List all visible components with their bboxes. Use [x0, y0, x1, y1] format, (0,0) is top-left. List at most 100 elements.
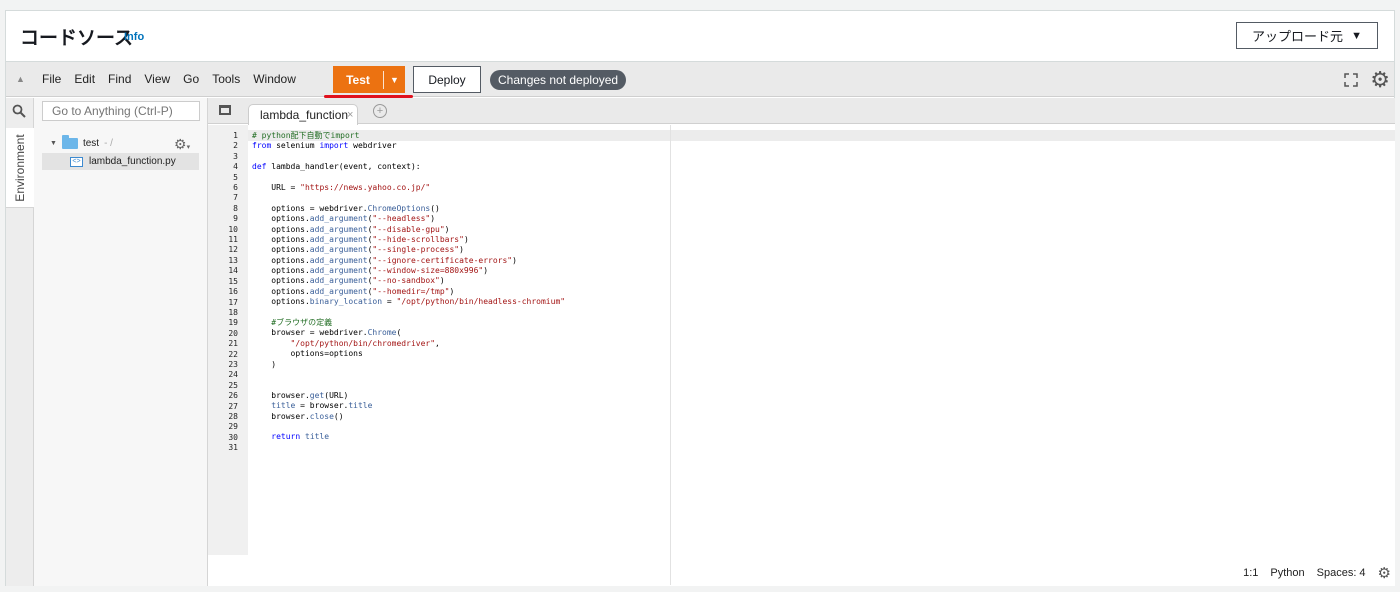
code-line[interactable]: options=options: [252, 349, 565, 359]
line-number: 2: [233, 141, 238, 151]
print-margin: [670, 125, 671, 585]
code-line[interactable]: # python配下自動でimport: [252, 131, 565, 141]
menu-edit[interactable]: Edit: [74, 72, 95, 86]
tree-root-folder[interactable]: ▼ test - /: [50, 135, 113, 149]
editor-settings-gear-icon[interactable]: ⚙: [1378, 564, 1391, 582]
line-number: 21: [228, 339, 238, 349]
tab-lambda-function[interactable]: lambda_function ×: [248, 104, 358, 125]
gear-icon[interactable]: ⚙: [1370, 69, 1390, 91]
line-number: 26: [228, 391, 238, 401]
menu-view[interactable]: View: [144, 72, 170, 86]
fullscreen-icon[interactable]: [1344, 73, 1358, 92]
panel-header: コードソース Info アップロード元 ▼: [6, 11, 1394, 61]
line-number: 10: [228, 224, 238, 234]
root-folder-path: - /: [104, 138, 113, 149]
file-name: lambda_function.py: [89, 156, 176, 167]
tree-settings-gear-icon[interactable]: ⚙▾: [174, 136, 190, 153]
ide-toolbar: ▲ File Edit Find View Go Tools Window Te…: [6, 61, 1394, 98]
code-line[interactable]: "/opt/python/bin/chromedriver",: [252, 339, 565, 349]
line-number-gutter: 1 2 3 4 5 6 7 8 9 10 11 12 13 14 15 16 17 18 19 20 21 22 23 24 2…: [208, 125, 248, 555]
line-number: 13: [228, 255, 238, 265]
code-source-panel: コードソース Info アップロード元 ▼ ▲ File Edit Find V…: [5, 10, 1395, 586]
tab-label: lambda_function: [260, 108, 349, 122]
code-line[interactable]: options.add_argument("--ignore-certifica…: [252, 256, 565, 266]
indent-setting[interactable]: Spaces: 4: [1317, 567, 1366, 579]
line-number: 19: [228, 318, 238, 328]
folder-icon: [61, 135, 78, 149]
code-line[interactable]: [252, 443, 565, 453]
line-number: 5: [233, 172, 238, 182]
code-line[interactable]: options = webdriver.ChromeOptions(): [252, 204, 565, 214]
search-icon[interactable]: [12, 104, 26, 123]
code-line[interactable]: options.add_argument("--disable-gpu"): [252, 225, 565, 235]
code-line[interactable]: [252, 422, 565, 432]
code-line[interactable]: browser.close(): [252, 412, 565, 422]
code-line[interactable]: [252, 173, 565, 183]
code-line[interactable]: [252, 380, 565, 390]
tree-file-item[interactable]: <> lambda_function.py: [42, 153, 199, 170]
goto-anything-input[interactable]: [42, 101, 200, 121]
test-dropdown-icon[interactable]: ▼: [384, 75, 405, 85]
page-title: コードソース: [20, 28, 134, 49]
menu-go[interactable]: Go: [183, 72, 199, 86]
code-line[interactable]: options.add_argument("--headless"): [252, 214, 565, 224]
line-number: 15: [228, 276, 238, 286]
code-line[interactable]: options.add_argument("--single-process"): [252, 245, 565, 255]
expand-arrow-icon[interactable]: ▼: [50, 140, 57, 147]
code-text[interactable]: # python配下自動でimport from selenium import …: [252, 131, 565, 453]
collapse-menu-icon[interactable]: ▲: [16, 74, 25, 84]
code-line[interactable]: from selenium import webdriver: [252, 141, 565, 151]
menu-tools[interactable]: Tools: [212, 72, 240, 86]
line-number: 8: [233, 203, 238, 213]
code-line[interactable]: def lambda_handler(event, context):: [252, 162, 565, 172]
line-number: 17: [228, 297, 238, 307]
language-mode[interactable]: Python: [1270, 567, 1304, 579]
environment-tab-label: Environment: [13, 134, 27, 202]
line-number: 1: [233, 131, 238, 140]
add-tab-icon[interactable]: +: [373, 104, 387, 118]
code-line[interactable]: options.add_argument("--window-size=880x…: [252, 266, 565, 276]
deploy-button[interactable]: Deploy: [413, 66, 481, 93]
code-line[interactable]: [252, 193, 565, 203]
left-rail: Environment: [6, 98, 34, 586]
code-area[interactable]: # python配下自動でimport from selenium import …: [248, 125, 1395, 585]
code-line[interactable]: title = browser.title: [252, 401, 565, 411]
line-number: 24: [228, 370, 238, 380]
test-button[interactable]: Test ▼: [333, 66, 405, 93]
line-number: 29: [228, 422, 238, 432]
code-line[interactable]: [252, 308, 565, 318]
ide-menu: File Edit Find View Go Tools Window: [42, 72, 309, 86]
code-line[interactable]: options.binary_location = "/opt/python/b…: [252, 297, 565, 307]
upload-from-button[interactable]: アップロード元 ▼: [1236, 22, 1378, 49]
code-line[interactable]: return title: [252, 432, 565, 442]
line-number: 4: [233, 162, 238, 172]
line-number: 22: [228, 349, 238, 359]
toggle-tree-icon[interactable]: [219, 105, 231, 115]
menu-window[interactable]: Window: [253, 72, 296, 86]
code-line[interactable]: [252, 370, 565, 380]
code-line[interactable]: options.add_argument("--hide-scrollbars"…: [252, 235, 565, 245]
menu-find[interactable]: Find: [108, 72, 131, 86]
line-number: 3: [233, 151, 238, 161]
code-line[interactable]: ): [252, 360, 565, 370]
close-icon[interactable]: ×: [347, 105, 353, 125]
file-icon: <>: [70, 156, 83, 167]
code-line[interactable]: browser.get(URL): [252, 391, 565, 401]
line-number: 25: [228, 380, 238, 390]
line-number: 14: [228, 266, 238, 276]
cursor-position[interactable]: 1:1: [1243, 567, 1258, 579]
line-number: 6: [233, 183, 238, 193]
menu-file[interactable]: File: [42, 72, 61, 86]
code-line[interactable]: [252, 152, 565, 162]
line-numbers: 1 2 3 4 5 6 7 8 9 10 11 12 13 14 15 16 17 18 19 20 21 22 23 24 2…: [228, 131, 238, 454]
line-number: 20: [228, 328, 238, 338]
environment-tab[interactable]: Environment: [6, 128, 34, 208]
code-line[interactable]: options.add_argument("--homedir=/tmp"): [252, 287, 565, 297]
code-line[interactable]: browser = webdriver.Chrome(: [252, 328, 565, 338]
code-line[interactable]: URL = "https://news.yahoo.co.jp/": [252, 183, 565, 193]
root-folder-name: test: [82, 138, 100, 149]
line-number: 12: [228, 245, 238, 255]
code-line[interactable]: options.add_argument("--no-sandbox"): [252, 276, 565, 286]
code-line[interactable]: #ブラウザの定義: [252, 318, 565, 328]
info-link[interactable]: Info: [124, 31, 144, 43]
